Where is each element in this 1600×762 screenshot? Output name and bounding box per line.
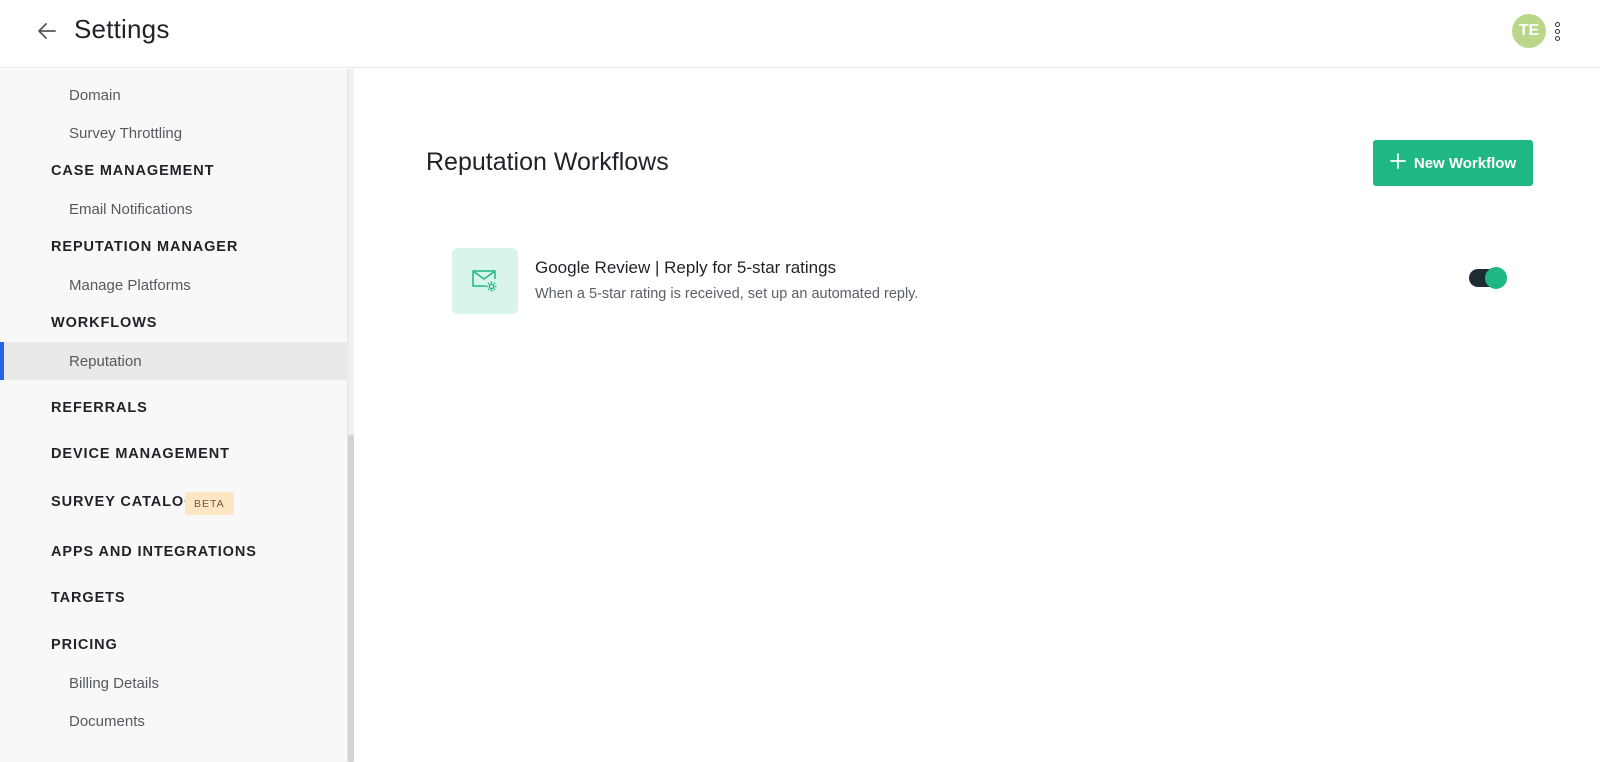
- back-arrow-icon[interactable]: [34, 18, 60, 44]
- email-settings-icon: [452, 248, 518, 314]
- more-options-icon[interactable]: [1550, 18, 1564, 44]
- sidebar-section-case-management[interactable]: CASE MANAGEMENT: [51, 163, 214, 179]
- workflow-title: Google Review | Reply for 5-star ratings: [535, 258, 837, 277]
- sidebar-section-pricing[interactable]: PRICING: [51, 637, 118, 653]
- app-header: Settings TE: [0, 0, 1600, 68]
- new-workflow-label: New Workflow: [1413, 154, 1517, 172]
- sidebar-item-reputation[interactable]: Reputation: [69, 353, 142, 370]
- sidebar-section-workflows[interactable]: WORKFLOWS: [51, 315, 157, 331]
- sidebar-item-domain[interactable]: Domain: [69, 87, 121, 104]
- toggle-knob: [1485, 267, 1507, 289]
- beta-badge: BETA: [185, 492, 234, 515]
- sidebar-item-manage-platforms[interactable]: Manage Platforms: [69, 277, 191, 294]
- workflow-description: When a 5-star rating is received, set up…: [535, 286, 919, 302]
- section-title: Reputation Workflows: [426, 148, 669, 176]
- sidebar-section-survey-catalog[interactable]: SURVEY CATALOG: [51, 494, 196, 510]
- sidebar-section-apps-and-integrations[interactable]: APPS AND INTEGRATIONS: [51, 544, 257, 560]
- sidebar-scroll-thumb[interactable]: [348, 435, 354, 762]
- sidebar-item-email-notifications[interactable]: Email Notifications: [69, 201, 192, 218]
- avatar[interactable]: TE: [1512, 14, 1546, 48]
- sidebar-section-reputation-manager[interactable]: REPUTATION MANAGER: [51, 239, 238, 255]
- sidebar-section-referrals[interactable]: REFERRALS: [51, 400, 148, 416]
- sidebar-section-device-management[interactable]: DEVICE MANAGEMENT: [51, 446, 230, 462]
- sidebar-active-highlight: [0, 342, 348, 380]
- new-workflow-button[interactable]: New Workflow: [1373, 140, 1533, 186]
- workflow-card[interactable]: Google Review | Reply for 5-star ratings…: [452, 248, 1512, 314]
- sidebar-item-survey-throttling[interactable]: Survey Throttling: [69, 125, 182, 142]
- sidebar-section-targets[interactable]: TARGETS: [51, 590, 126, 606]
- plus-icon: [1389, 153, 1406, 173]
- sidebar-item-billing-details[interactable]: Billing Details: [69, 675, 159, 692]
- workflow-enabled-toggle[interactable]: [1469, 267, 1507, 289]
- page-title: Settings: [74, 14, 170, 44]
- sidebar-item-documents[interactable]: Documents: [69, 713, 145, 730]
